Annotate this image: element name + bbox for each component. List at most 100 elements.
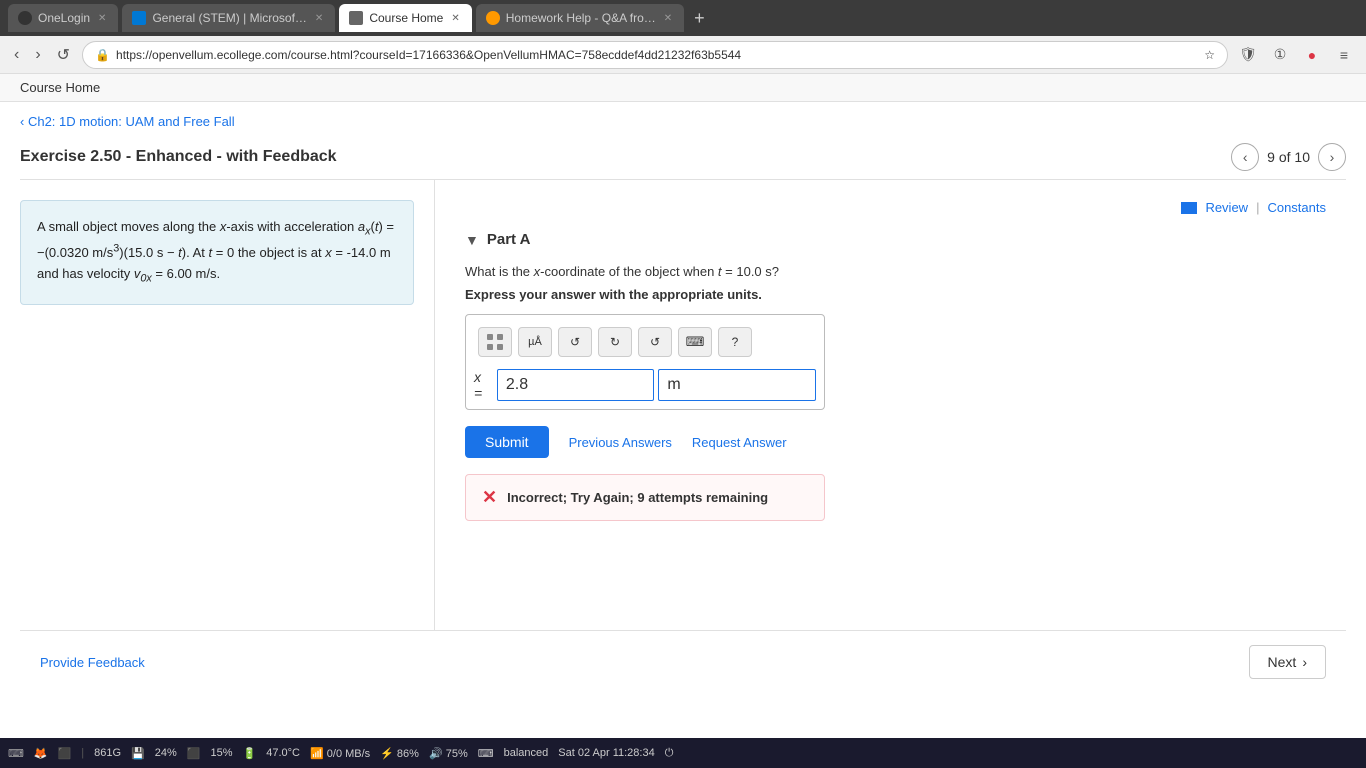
tab-onelogin-label: OneLogin	[38, 11, 90, 25]
help-button[interactable]: ?	[718, 327, 752, 357]
micro-button[interactable]: µÅ	[518, 327, 552, 357]
keyboard-button[interactable]: ⌨	[678, 327, 712, 357]
page-header: Course Home	[0, 74, 1366, 102]
secure-icon: 🔒	[95, 48, 110, 62]
breadcrumb-chevron: ‹	[20, 114, 28, 129]
action-row: Submit Previous Answers Request Answer	[465, 426, 1326, 458]
taskbar: ⌨ 🦊 ⬛ | 861G 💾 24% ⬛ 15% 🔋 47.0°C 📶 0/0 …	[0, 738, 1366, 768]
taskbar-icon-mem: ⬛	[187, 747, 201, 760]
next-button[interactable]: Next ›	[1249, 645, 1326, 679]
breadcrumb: ‹ Ch2: 1D motion: UAM and Free Fall	[20, 102, 1346, 135]
tab-homework[interactable]: Homework Help - Q&A fro… ✕	[476, 4, 684, 32]
problem-panel: A small object moves along the x-axis wi…	[20, 180, 435, 630]
taskbar-wifi: 📶 0/0 MB/s	[310, 747, 370, 760]
next-label: Next	[1268, 654, 1297, 670]
next-page-button[interactable]: ›	[1318, 143, 1346, 171]
pipe-separator: |	[1256, 200, 1259, 215]
provide-feedback-link[interactable]: Provide Feedback	[40, 655, 145, 670]
taskbar-icon-battery: 🔋	[243, 747, 257, 760]
breadcrumb-text: Ch2: 1D motion: UAM and Free Fall	[28, 114, 235, 129]
exercise-header: Exercise 2.50 - Enhanced - with Feedback…	[20, 135, 1346, 180]
tab-coursehome-label: Course Home	[369, 11, 443, 25]
constants-label: Constants	[1267, 200, 1326, 215]
tab-homework-close[interactable]: ✕	[662, 11, 674, 26]
url-bar[interactable]: 🔒 https://openvellum.ecollege.com/course…	[82, 41, 1228, 69]
browser-tabs-bar: OneLogin ✕ General (STEM) | Microsof… ✕ …	[0, 0, 1366, 36]
bottom-bar: Provide Feedback Next ›	[20, 630, 1346, 693]
taskbar-volume: 🔊 75%	[429, 747, 468, 760]
microsoft-icon	[132, 11, 146, 25]
taskbar-power-mode: balanced	[504, 747, 549, 759]
math-input-row: x =	[474, 369, 816, 401]
taskbar-icon-storage: 💾	[131, 747, 145, 760]
part-label: Part A	[487, 231, 531, 248]
tab-coursehome[interactable]: Course Home ✕	[339, 4, 471, 32]
onelogin-icon	[18, 11, 32, 25]
main-content: ‹ Ch2: 1D motion: UAM and Free Fall Exer…	[0, 102, 1366, 728]
tab-microsoft[interactable]: General (STEM) | Microsof… ✕	[122, 4, 335, 32]
pagination: ‹ 9 of 10 ›	[1231, 143, 1346, 171]
taskbar-terminal-icon[interactable]: ⌨	[8, 747, 24, 760]
breadcrumb-link[interactable]: ‹ Ch2: 1D motion: UAM and Free Fall	[20, 114, 235, 129]
math-toolbar: µÅ ↺ ↻ ↺ ⌨ ?	[474, 323, 816, 361]
tab-microsoft-close[interactable]: ✕	[313, 11, 325, 26]
taskbar-mem: 24%	[155, 747, 177, 759]
reset-button[interactable]: ↺	[638, 327, 672, 357]
taskbar-datetime: Sat 02 Apr 11:28:34	[558, 747, 654, 759]
taskbar-item-1: ⬛	[58, 747, 72, 760]
answer-panel: Review | Constants ▼ Part A What is the …	[435, 180, 1346, 630]
request-answer-link[interactable]: Request Answer	[692, 435, 787, 450]
next-arrow: ›	[1302, 654, 1307, 670]
reload-button[interactable]: ↺	[53, 41, 74, 69]
taskbar-storage: 861G	[94, 747, 121, 759]
error-icon: ✕	[482, 487, 497, 508]
express-units-label: Express your answer with the appropriate…	[465, 287, 1326, 302]
back-button[interactable]: ‹	[10, 42, 23, 68]
undo-button[interactable]: ↺	[558, 327, 592, 357]
review-label: Review	[1205, 200, 1248, 215]
taskbar-temp: 47.0°C	[266, 747, 300, 759]
review-icon	[1181, 202, 1197, 214]
feedback-box: ✕ Incorrect; Try Again; 9 attempts remai…	[465, 474, 825, 521]
question-text: What is the x-coordinate of the object w…	[465, 264, 1326, 279]
part-header: ▼ Part A	[465, 231, 1326, 248]
redo-button[interactable]: ↻	[598, 327, 632, 357]
extension-icon-1[interactable]: 🛡	[1236, 43, 1260, 67]
math-input-container: µÅ ↺ ↻ ↺ ⌨ ? x =	[465, 314, 825, 410]
taskbar-battery: 15%	[211, 747, 233, 759]
tab-microsoft-label: General (STEM) | Microsof…	[152, 11, 306, 25]
new-tab-button[interactable]: +	[688, 8, 711, 29]
prev-page-button[interactable]: ‹	[1231, 143, 1259, 171]
forward-button[interactable]: ›	[31, 42, 44, 68]
taskbar-keyboard-icon: ⌨	[478, 747, 494, 760]
url-text: https://openvellum.ecollege.com/course.h…	[116, 48, 1198, 62]
browser-toolbar-icons: 🛡 ① ● ≡	[1236, 43, 1356, 67]
submit-button[interactable]: Submit	[465, 426, 549, 458]
page-header-label: Course Home	[20, 80, 100, 95]
extension-icon-2[interactable]: ①	[1268, 43, 1292, 67]
content-area: A small object moves along the x-axis wi…	[20, 180, 1346, 630]
part-arrow[interactable]: ▼	[465, 232, 479, 248]
page-count: 9 of 10	[1267, 149, 1310, 165]
math-unit-input[interactable]	[658, 369, 816, 401]
previous-answers-link[interactable]: Previous Answers	[569, 435, 672, 450]
review-constants-bar: Review | Constants	[465, 200, 1326, 215]
review-link[interactable]: Review	[1181, 200, 1248, 215]
tab-onelogin[interactable]: OneLogin ✕	[8, 4, 118, 32]
taskbar-power-icon: ⏻	[665, 747, 674, 760]
problem-box: A small object moves along the x-axis wi…	[20, 200, 414, 305]
taskbar-brightness: ⚡ 86%	[380, 747, 419, 760]
tab-coursehome-close[interactable]: ✕	[449, 11, 461, 26]
taskbar-firefox-icon[interactable]: 🦊	[34, 747, 48, 760]
extension-icon-3[interactable]: ●	[1300, 43, 1324, 67]
menu-icon[interactable]: ≡	[1332, 43, 1356, 67]
exercise-title: Exercise 2.50 - Enhanced - with Feedback	[20, 148, 337, 166]
problem-text: A small object moves along the x-axis wi…	[37, 219, 394, 281]
constants-link[interactable]: Constants	[1267, 200, 1326, 215]
equals-label: x =	[474, 369, 487, 401]
address-bar: ‹ › ↺ 🔒 https://openvellum.ecollege.com/…	[0, 36, 1366, 74]
matrix-button[interactable]	[478, 327, 512, 357]
tab-onelogin-close[interactable]: ✕	[96, 11, 108, 26]
bookmark-icon[interactable]: ☆	[1204, 48, 1215, 62]
math-value-input[interactable]	[497, 369, 655, 401]
